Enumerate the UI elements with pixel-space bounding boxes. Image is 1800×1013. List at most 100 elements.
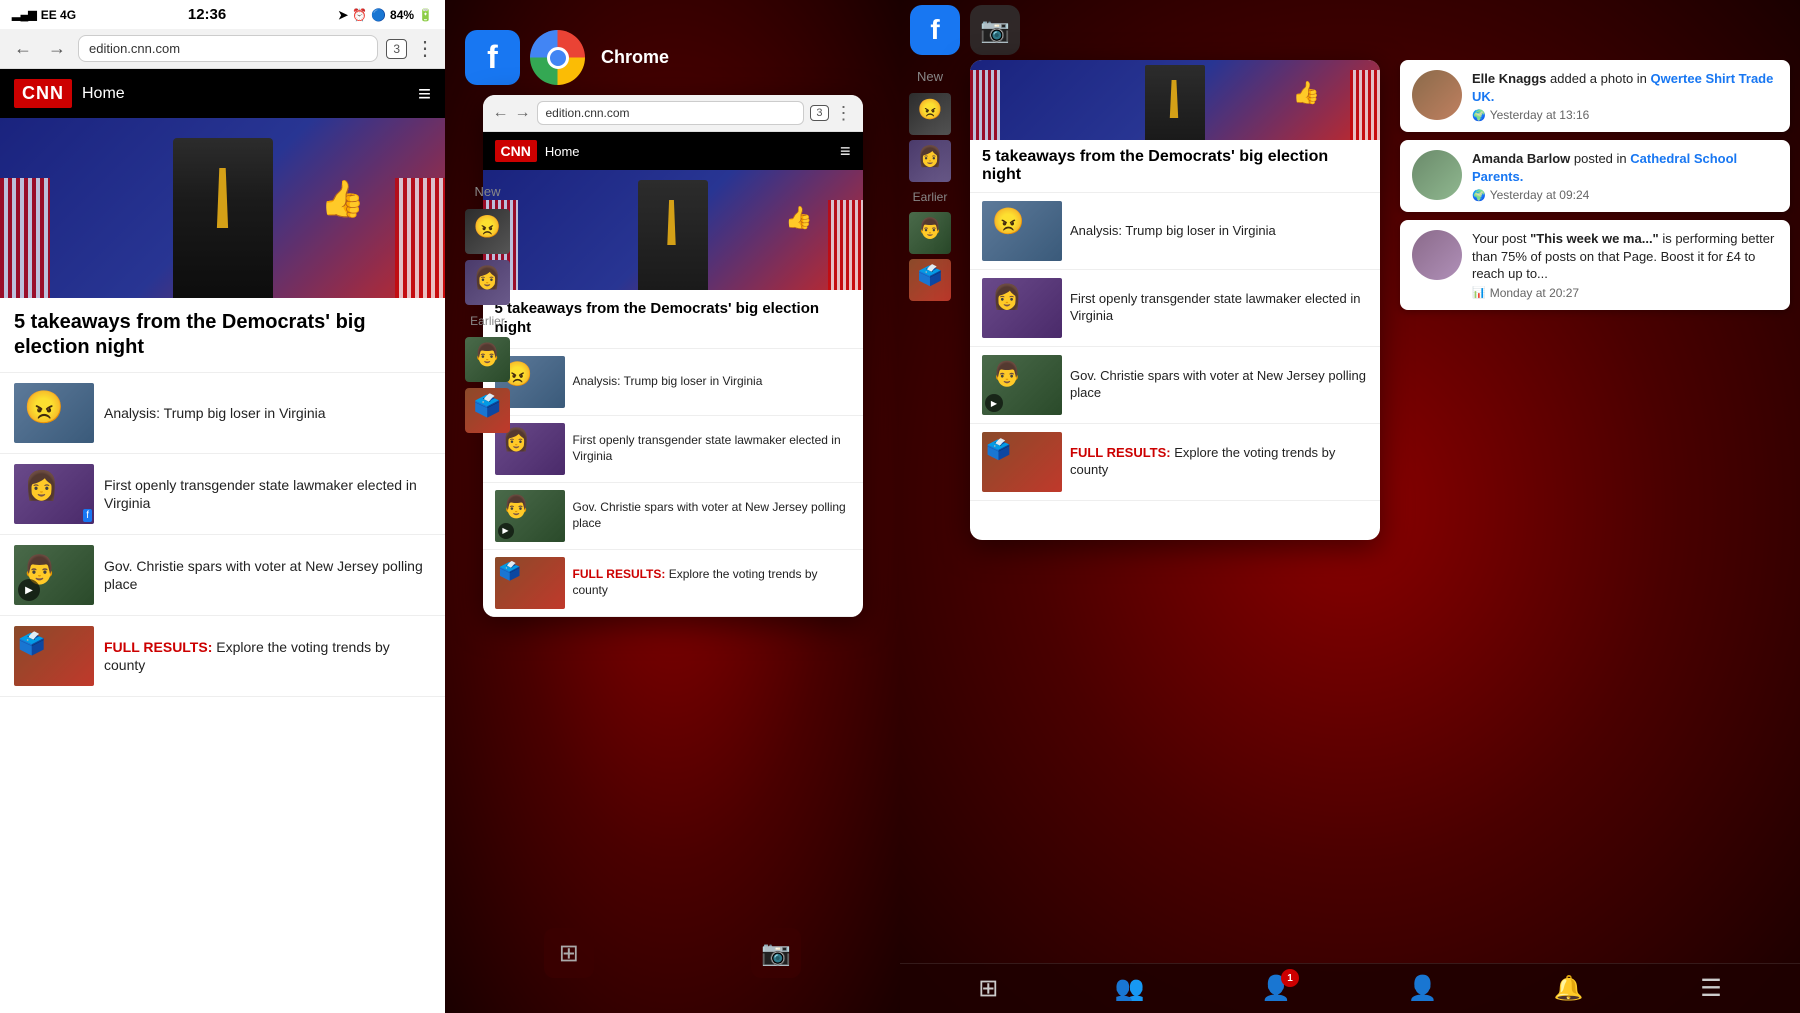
list-item[interactable]: 👨 ▶ Gov. Christie spars with voter at Ne… bbox=[0, 535, 445, 616]
fb-notif-content-1: Elle Knaggs added a photo in Qwertee Shi… bbox=[1472, 70, 1778, 122]
fb-time-3: 📊 Monday at 20:27 bbox=[1472, 286, 1778, 300]
r-list-item[interactable]: 🗳️ FULL RESULTS: Explore the voting tren… bbox=[970, 424, 1380, 501]
right-content: New 😠 👩 Earlier 👨 🗳️ bbox=[900, 60, 1800, 1013]
cnn-header: CNN Home ≡ bbox=[0, 69, 445, 118]
s-url-bar[interactable]: edition.cnn.com bbox=[537, 101, 805, 125]
cnn-logo[interactable]: CNN bbox=[14, 79, 72, 108]
r-menu-icon[interactable]: ☰ bbox=[1700, 974, 1722, 1003]
bluetooth-icon: 🔵 bbox=[371, 8, 386, 22]
r-thumbsup-icon: 👍 bbox=[1293, 80, 1320, 106]
s-list-item[interactable]: 👩 First openly transgender state lawmake… bbox=[483, 416, 863, 483]
r-list-item[interactable]: 👩 First openly transgender state lawmake… bbox=[970, 270, 1380, 347]
s-flag-right bbox=[828, 200, 863, 290]
right-cnn-card[interactable]: 👍 5 takeaways from the Democrats' big el… bbox=[970, 60, 1380, 540]
fb-notif-text-3: Your post "This week we ma..." is perfor… bbox=[1472, 230, 1778, 283]
r-new-label: New bbox=[917, 65, 943, 88]
news-thumb-trans: 👩 f bbox=[14, 464, 94, 524]
r-facebook-icon[interactable]: f bbox=[910, 5, 960, 55]
fb-post-text: Your post "This week we ma..." is perfor… bbox=[1472, 231, 1774, 281]
s-tab-badge[interactable]: 3 bbox=[810, 105, 828, 121]
r-list-item[interactable]: 😠 Analysis: Trump big loser in Virginia bbox=[970, 193, 1380, 270]
s-hero-image: 👍 bbox=[483, 170, 863, 290]
r-voting-icon: 🗳️ bbox=[986, 437, 1011, 462]
list-item[interactable]: 😠 Analysis: Trump big loser in Virginia bbox=[0, 373, 445, 454]
r-hero-tie bbox=[1168, 80, 1180, 118]
back-button[interactable]: ← bbox=[10, 36, 36, 61]
s-news-text-christie: Gov. Christie spars with voter at New Je… bbox=[573, 500, 851, 531]
r-play-icon: ▶ bbox=[985, 394, 1003, 412]
switcher-card[interactable]: ← → edition.cnn.com 3 ⋮ CNN Home ≡ 👍 bbox=[483, 95, 863, 617]
r-christie-icon: 👨 bbox=[992, 360, 1022, 389]
cnn-home-label[interactable]: Home bbox=[82, 85, 125, 103]
r-full-results-label: FULL RESULTS: bbox=[1070, 445, 1171, 460]
r-friends-icon[interactable]: 👥 bbox=[1115, 974, 1145, 1003]
r-bell-icon[interactable]: 🔔 bbox=[1554, 974, 1584, 1003]
r-new-thumb-1: 😠 bbox=[909, 93, 951, 135]
r-text-trans: First openly transgender state lawmaker … bbox=[1070, 291, 1368, 325]
forward-button[interactable]: → bbox=[44, 36, 70, 61]
left-panel: ▂▄▆ EE 4G 12:36 ➤ ⏰ 🔵 84% 🔋 ← → edition.… bbox=[0, 0, 445, 1013]
r-thumb-christie: 👨 ▶ bbox=[982, 355, 1062, 415]
new-thumb-1: 😠 bbox=[465, 209, 510, 254]
main-headline[interactable]: 5 takeaways from the Democrats' big elec… bbox=[0, 298, 445, 373]
browser-menu-button[interactable]: ⋮ bbox=[415, 36, 435, 61]
r-camera-icon[interactable]: 📷 bbox=[970, 5, 1020, 55]
right-bottom-bar: ⊞ 👥 👤 1 👤 🔔 ☰ bbox=[900, 963, 1800, 1013]
r-earlier-icon-1: 👨 bbox=[909, 212, 951, 245]
s-news-list: 😠 Analysis: Trump big loser in Virginia … bbox=[483, 349, 863, 617]
fb-action-1: added a photo in bbox=[1550, 71, 1650, 86]
right-top-strip: f 📷 bbox=[900, 0, 1800, 60]
r-trans-icon: 👩 bbox=[992, 283, 1022, 312]
s-full-results-label: FULL RESULTS: bbox=[573, 567, 666, 581]
fb-avatar-2 bbox=[1412, 150, 1462, 200]
fb-notification-1[interactable]: Elle Knaggs added a photo in Qwertee Shi… bbox=[1400, 60, 1790, 132]
s-list-item[interactable]: 😠 Analysis: Trump big loser in Virginia bbox=[483, 349, 863, 416]
s-news-text-trump: Analysis: Trump big loser in Virginia bbox=[573, 374, 763, 390]
fb-action-2: posted in bbox=[1574, 151, 1630, 166]
signal-icon: ▂▄▆ bbox=[12, 8, 37, 21]
trump-face-icon: 😠 bbox=[24, 388, 64, 426]
list-item[interactable]: 👩 f First openly transgender state lawma… bbox=[0, 454, 445, 535]
fb-notif-content-3: Your post "This week we ma..." is perfor… bbox=[1472, 230, 1778, 300]
flag-right bbox=[395, 178, 445, 298]
s-back-button[interactable]: ← bbox=[493, 104, 509, 122]
chrome-app-icon[interactable] bbox=[530, 30, 585, 85]
s-main-headline[interactable]: 5 takeaways from the Democrats' big elec… bbox=[483, 290, 863, 349]
facebook-app-icon[interactable]: f bbox=[465, 30, 520, 85]
s-menu-button[interactable]: ⋮ bbox=[835, 103, 853, 124]
s-forward-button[interactable]: → bbox=[515, 104, 531, 122]
s-cnn-logo[interactable]: CNN bbox=[495, 140, 537, 162]
r-friends2-icon[interactable]: 👤 1 bbox=[1261, 974, 1291, 1003]
s-thumb-voting: 🗳️ bbox=[495, 557, 565, 609]
right-sidebar-strip: New 😠 👩 Earlier 👨 🗳️ bbox=[900, 60, 960, 1013]
fb-notification-2[interactable]: Amanda Barlow posted in Cathedral School… bbox=[1400, 140, 1790, 212]
hamburger-menu-icon[interactable]: ≡ bbox=[418, 81, 431, 107]
hero-person-silhouette bbox=[173, 138, 273, 298]
fb-icon-1: 🌍 bbox=[1472, 109, 1486, 122]
play-icon: ▶ bbox=[18, 579, 40, 601]
fb-post-quote: "This week we ma..." bbox=[1530, 231, 1659, 246]
s-hamburger-icon[interactable]: ≡ bbox=[840, 141, 851, 162]
switcher-grid-icon[interactable]: ⊞ bbox=[544, 928, 594, 978]
fb-notif-content-2: Amanda Barlow posted in Cathedral School… bbox=[1472, 150, 1778, 202]
s-thumbsup-icon: 👍 bbox=[785, 205, 812, 231]
r-cnn-headline[interactable]: 5 takeaways from the Democrats' big elec… bbox=[970, 140, 1380, 193]
tab-count-badge[interactable]: 3 bbox=[386, 39, 407, 59]
s-list-item[interactable]: 👨 ▶ Gov. Christie spars with voter at Ne… bbox=[483, 483, 863, 550]
r-list-item[interactable]: 👨 ▶ Gov. Christie spars with voter at Ne… bbox=[970, 347, 1380, 424]
r-text-trump: Analysis: Trump big loser in Virginia bbox=[1070, 223, 1276, 240]
r-tab-bar-icon[interactable]: ⊞ bbox=[978, 974, 998, 1003]
fb-notification-3[interactable]: Your post "This week we ma..." is perfor… bbox=[1400, 220, 1790, 310]
r-text-voting: FULL RESULTS: Explore the voting trends … bbox=[1070, 445, 1368, 479]
news-thumb-trump: 😠 bbox=[14, 383, 94, 443]
hero-figure bbox=[163, 128, 283, 298]
switcher-camera-icon[interactable]: 📷 bbox=[751, 928, 801, 978]
r-profile-icon[interactable]: 👤 bbox=[1408, 974, 1438, 1003]
list-item[interactable]: 🗳️ FULL RESULTS: Explore the voting tren… bbox=[0, 616, 445, 697]
fb-user-1: Elle Knaggs bbox=[1472, 71, 1546, 86]
url-bar[interactable]: edition.cnn.com bbox=[78, 35, 378, 62]
r-earlier-icon-2: 🗳️ bbox=[909, 259, 951, 292]
browser-address-bar: ← → edition.cnn.com 3 ⋮ bbox=[0, 29, 445, 69]
app-switcher-header: f Chrome bbox=[445, 0, 900, 95]
s-list-item[interactable]: 🗳️ FULL RESULTS: Explore the voting tren… bbox=[483, 550, 863, 617]
